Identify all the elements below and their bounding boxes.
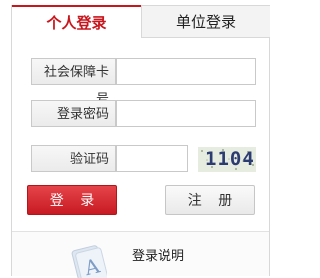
login-help-link[interactable]: 登录说明: [132, 245, 184, 264]
captcha-code: 1104: [205, 148, 255, 170]
password-label: 登录密码: [31, 100, 116, 127]
captcha-image[interactable]: 1104: [198, 147, 256, 172]
ssn-input[interactable]: [116, 58, 256, 85]
ssn-label: 社会保障卡号: [31, 58, 116, 107]
captcha-label: 验证码: [31, 145, 116, 172]
login-help-area[interactable]: A 登录说明: [12, 232, 269, 278]
tab-unit-login[interactable]: 单位登录: [141, 5, 270, 38]
tab-personal-login[interactable]: 个人登录: [12, 5, 141, 38]
password-input[interactable]: [116, 100, 256, 127]
login-button[interactable]: 登 录: [27, 185, 117, 215]
captcha-input[interactable]: [116, 145, 188, 172]
document-icon: A: [71, 245, 107, 278]
register-button[interactable]: 注 册: [165, 185, 255, 215]
login-panel: 个人登录 单位登录 社会保障卡号 登录密码 验证码 1104 登 录 注 册 A: [11, 5, 270, 278]
